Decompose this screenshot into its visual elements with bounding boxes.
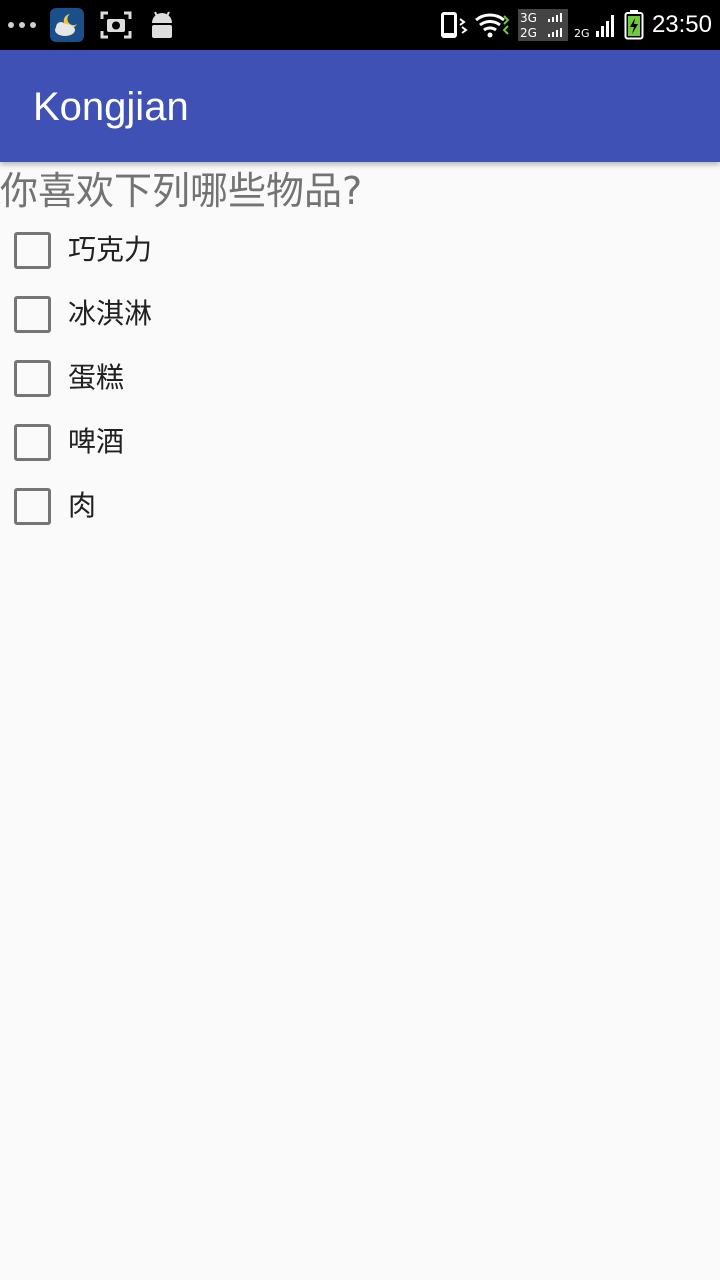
signal-3g-2g-icon: 3G 2G	[517, 9, 568, 41]
checkbox[interactable]	[14, 295, 51, 333]
android-icon	[152, 11, 172, 38]
checkbox[interactable]	[14, 423, 51, 461]
network-2g-label: 2G	[520, 26, 537, 40]
checkbox-label[interactable]: 蛋糕	[68, 360, 124, 396]
checkbox-list: 巧克力 冰淇淋 蛋糕 啤酒 肉	[0, 218, 720, 538]
checkbox[interactable]	[14, 487, 51, 525]
wifi-icon	[474, 13, 510, 38]
battery-charging-icon	[624, 10, 644, 40]
checkbox-item-ice-cream[interactable]: 冰淇淋	[0, 282, 720, 346]
status-bar-system: 3G 2G 2G 23:50	[432, 0, 712, 50]
checkbox-label[interactable]: 冰淇淋	[68, 296, 152, 332]
vibrate-icon	[440, 12, 468, 38]
checkbox-label[interactable]: 肉	[68, 488, 96, 524]
network-2g-small-label: 2G	[574, 27, 590, 39]
checkbox[interactable]	[14, 359, 51, 397]
status-bar: 3G 2G 2G 23:50	[0, 0, 720, 50]
network-3g-label: 3G	[520, 11, 537, 25]
checkbox-item-beer[interactable]: 啤酒	[0, 410, 720, 474]
checkbox-label[interactable]: 啤酒	[68, 424, 124, 460]
app-bar: Kongjian	[0, 50, 720, 162]
screenshot-icon	[100, 11, 132, 39]
checkbox-item-cake[interactable]: 蛋糕	[0, 346, 720, 410]
more-dots-icon	[8, 22, 36, 28]
question-text: 你喜欢下列哪些物品?	[0, 169, 363, 213]
signal-bars-icon: 2G	[574, 15, 614, 39]
checkbox-item-meat[interactable]: 肉	[0, 474, 720, 538]
status-bar-notifications	[8, 0, 192, 50]
checkbox-item-chocolate[interactable]: 巧克力	[0, 218, 720, 282]
weather-icon	[50, 8, 84, 42]
app-title: Kongjian	[33, 85, 189, 129]
checkbox[interactable]	[14, 231, 51, 269]
clock: 23:50	[651, 11, 712, 38]
checkbox-label[interactable]: 巧克力	[68, 232, 152, 268]
